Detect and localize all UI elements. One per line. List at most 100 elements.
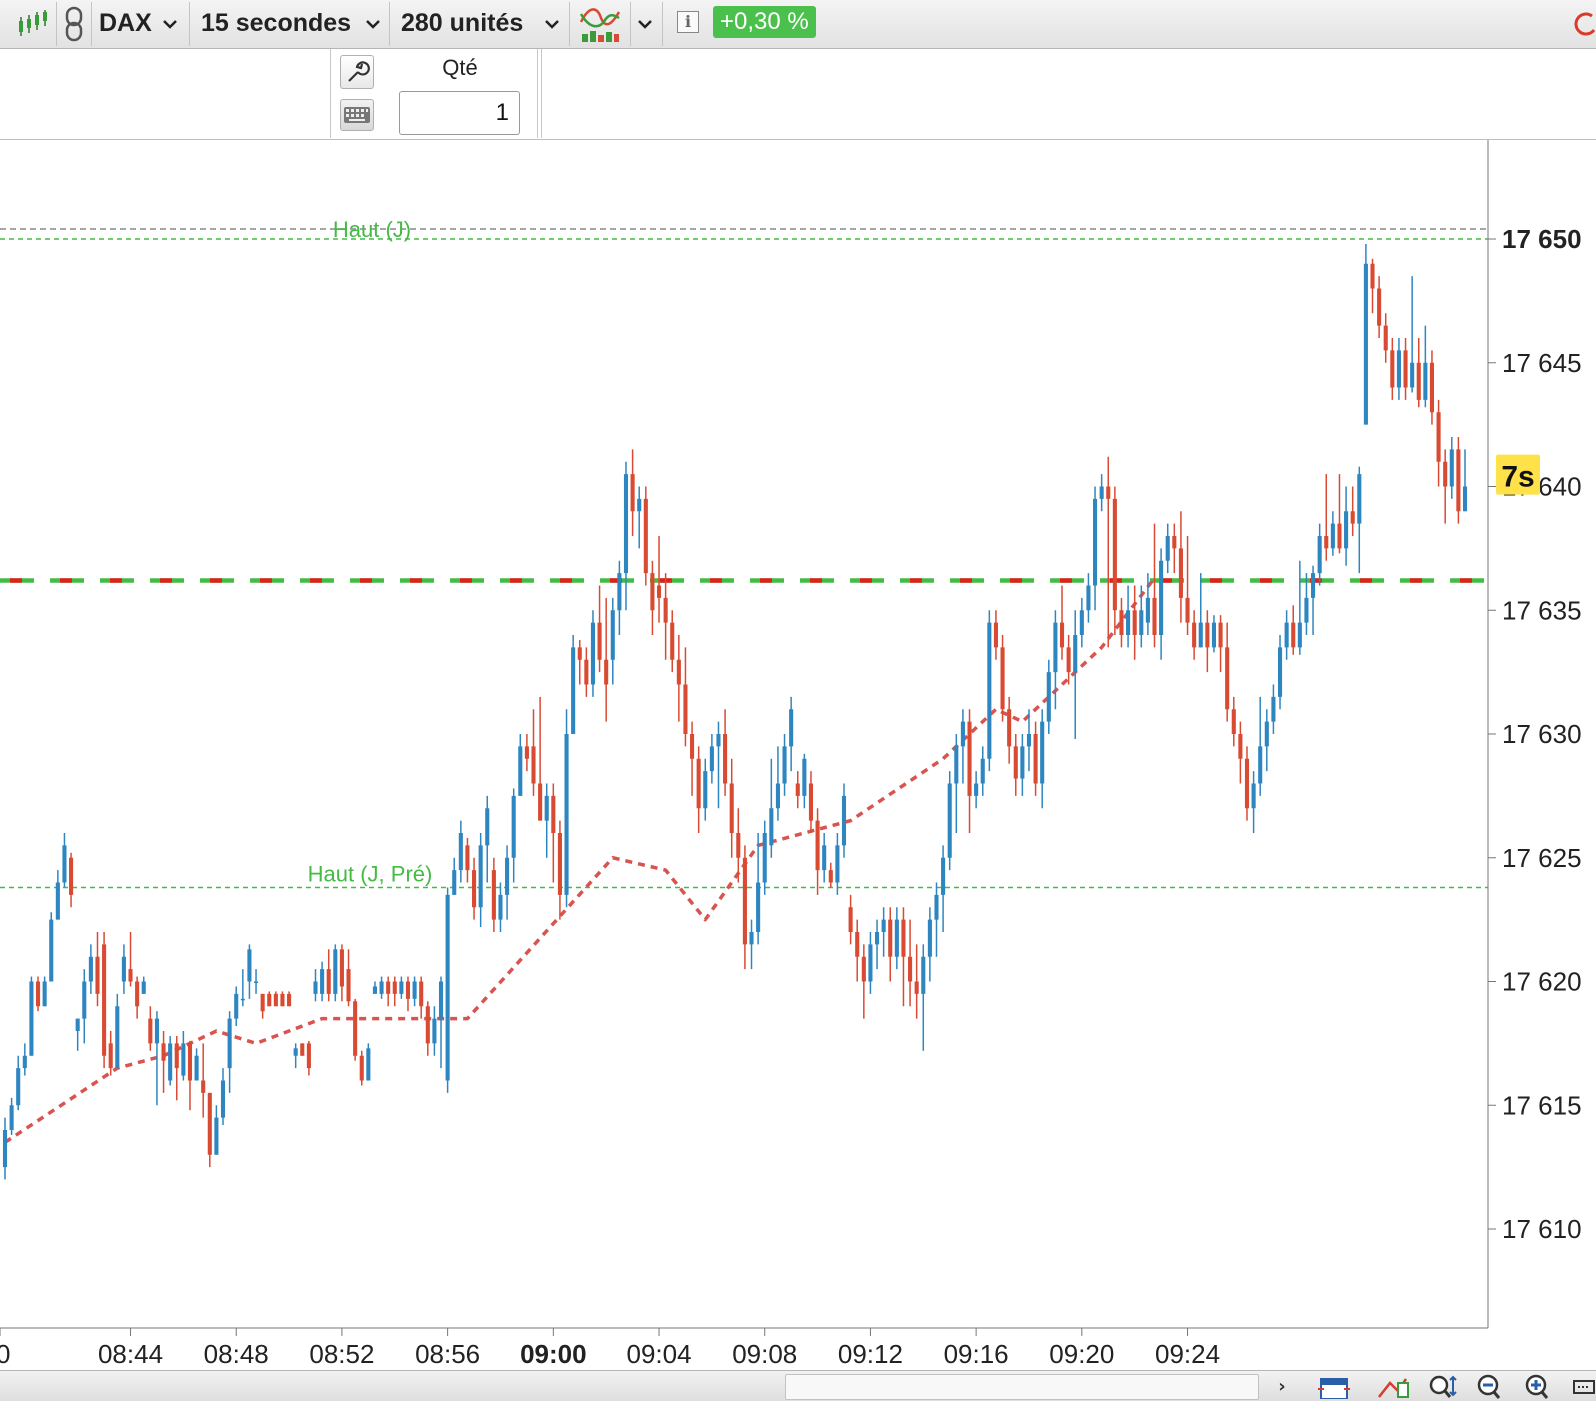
candle-body <box>775 783 780 809</box>
candle-body <box>954 746 959 784</box>
candle-body <box>822 845 827 871</box>
x-tick-label: 09:04 <box>626 1339 691 1369</box>
candle-body <box>1311 573 1316 598</box>
candle-body <box>359 1055 364 1081</box>
undo-icon[interactable] <box>1572 8 1596 40</box>
candle-body <box>1040 721 1045 784</box>
candle-body <box>115 1006 120 1069</box>
candle-body <box>1284 622 1289 648</box>
candle-body <box>458 833 463 871</box>
candle-body <box>287 993 292 1007</box>
y-tick-label: 17 630 <box>1502 719 1582 749</box>
candle-body <box>861 956 866 982</box>
candle-body <box>260 993 265 1012</box>
candle-body <box>802 758 807 796</box>
candle-body <box>855 932 860 957</box>
candle-body <box>1456 449 1461 512</box>
chevron-down-icon[interactable] <box>541 13 563 35</box>
candle-body <box>1271 696 1276 722</box>
candle-body <box>1436 412 1441 462</box>
candle-body <box>901 919 906 957</box>
indicators-icon[interactable] <box>579 4 621 44</box>
candle-body <box>1026 734 1032 747</box>
timer-badge: 7s <box>1501 461 1534 494</box>
candle-body <box>908 956 913 982</box>
candle-body <box>690 734 695 759</box>
x-tick-label: 09:08 <box>732 1339 797 1369</box>
candle-body <box>881 919 886 932</box>
candle-body <box>749 932 754 945</box>
candle-body <box>623 474 629 574</box>
candle-body <box>300 1043 305 1056</box>
link-icon[interactable] <box>62 6 86 42</box>
candle-body <box>511 795 516 858</box>
zoom-out-icon[interactable] <box>1476 1373 1504 1399</box>
candle-body <box>75 1018 80 1031</box>
candle-body <box>1350 511 1355 524</box>
candle-body <box>366 1048 371 1081</box>
candle-body <box>1020 746 1025 779</box>
candle-body <box>82 981 87 1019</box>
info-icon[interactable]: i <box>677 11 699 33</box>
candle-body <box>960 721 965 747</box>
chevron-down-icon[interactable] <box>634 13 656 35</box>
keyboard-icon[interactable] <box>340 99 374 131</box>
candle-body <box>782 746 787 784</box>
chevron-down-icon[interactable] <box>362 13 384 35</box>
draw-tool-icon[interactable] <box>1376 1373 1410 1399</box>
candle-body <box>696 758 701 809</box>
candle-body <box>1132 610 1137 635</box>
chart-type-icon[interactable] <box>16 8 50 38</box>
candle-body <box>1396 350 1401 388</box>
quantity-label: Qté <box>442 55 478 80</box>
top-toolbar: DAX 15 secondes 280 unités i +0,30 % <box>0 0 1596 49</box>
candle-body <box>1033 734 1038 784</box>
candle-body <box>729 783 734 833</box>
horizontal-scrollbar[interactable] <box>785 1374 1259 1400</box>
calendar-icon[interactable] <box>1318 1375 1350 1400</box>
candle-body <box>518 746 523 796</box>
candle-body <box>1383 325 1388 351</box>
candle-body <box>835 845 840 883</box>
candle-body <box>154 1018 159 1044</box>
toolbar-more-icon[interactable] <box>1572 1377 1596 1397</box>
candle-body <box>346 969 351 1002</box>
candle-body <box>1277 647 1283 697</box>
instrument-selector[interactable]: DAX <box>99 9 152 38</box>
candle-body <box>1079 610 1084 635</box>
chevron-down-icon[interactable] <box>159 13 181 35</box>
candle-body <box>538 783 543 821</box>
candle-body <box>55 882 60 920</box>
x-tick-label: 08:48 <box>204 1339 269 1369</box>
candle-body <box>320 969 325 994</box>
bottom-bar: › <box>0 1370 1596 1401</box>
units-selector[interactable]: 280 unités <box>401 9 523 38</box>
candle-body <box>967 721 972 796</box>
candle-body <box>934 894 939 920</box>
x-tick-label: 09:16 <box>944 1339 1009 1369</box>
candle-body <box>1238 734 1243 759</box>
candle-body <box>174 1043 179 1069</box>
zoom-in-icon[interactable] <box>1524 1373 1552 1399</box>
zoom-fit-icon[interactable] <box>1428 1373 1458 1399</box>
settings-wrench-icon[interactable] <box>340 55 374 89</box>
candle-body <box>313 981 318 994</box>
candle-body <box>1416 362 1421 400</box>
quantity-input[interactable]: 1 <box>399 91 520 135</box>
candle-body <box>921 956 926 994</box>
price-chart[interactable]: 17 610 17 615 17 620 17 625 17 630 17 635 17 6… <box>0 140 1596 1370</box>
candle-body <box>1152 597 1157 635</box>
candle-body <box>716 734 721 747</box>
candle-body <box>498 894 503 920</box>
candle-body <box>1178 548 1183 598</box>
candle-body <box>1443 461 1448 487</box>
x-tick-label: 08:44 <box>98 1339 163 1369</box>
candle-body <box>9 1105 14 1130</box>
scroll-right-icon[interactable]: › <box>1270 1375 1294 1399</box>
candle-body <box>1013 746 1018 779</box>
candle-body <box>227 1018 232 1069</box>
candle-body <box>756 882 761 932</box>
candle-body <box>1423 362 1428 400</box>
candle-body <box>207 1092 212 1155</box>
interval-selector[interactable]: 15 secondes <box>201 9 351 38</box>
